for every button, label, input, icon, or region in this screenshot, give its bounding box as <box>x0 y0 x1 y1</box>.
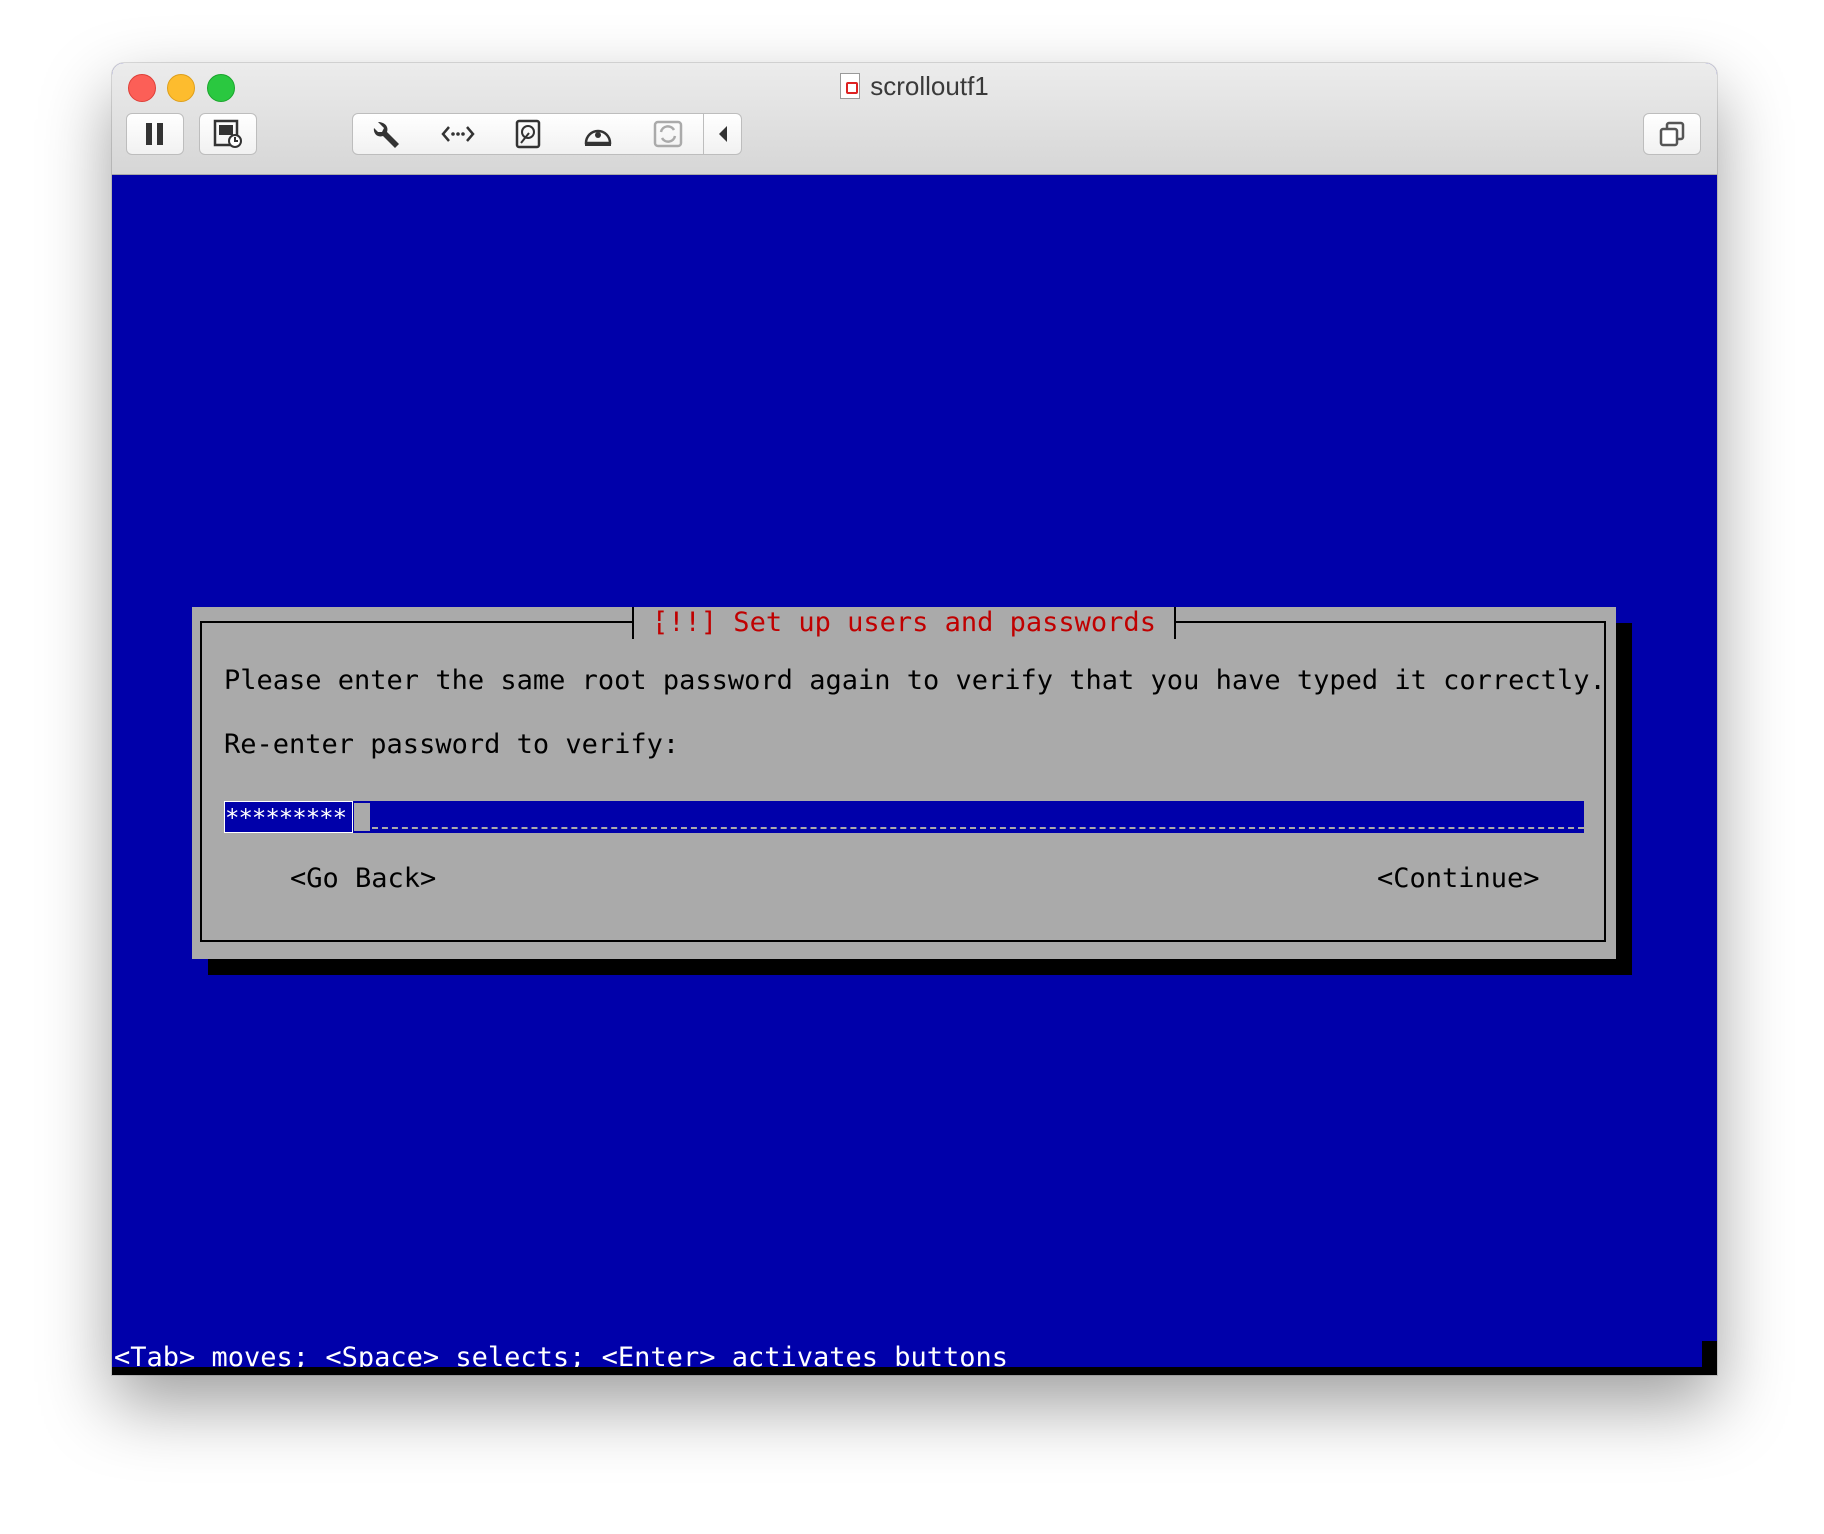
device-toolbar-group <box>352 113 742 155</box>
dialog-message: Please enter the same root password agai… <box>224 665 1606 696</box>
pause-icon <box>146 123 163 145</box>
window-title: scrolloutf1 <box>870 71 989 101</box>
wrench-icon <box>373 122 399 148</box>
snapshot-icon <box>213 119 242 148</box>
snapshot-button[interactable] <box>199 113 257 155</box>
optical-drive-button[interactable] <box>563 114 633 154</box>
statusbar-shadow <box>112 1367 1717 1375</box>
network-button[interactable] <box>423 114 493 154</box>
fullscreen-icon <box>1659 121 1685 147</box>
pause-button[interactable] <box>126 113 184 155</box>
hard-disk-icon <box>515 119 541 149</box>
optical-disc-icon <box>584 129 612 146</box>
password-mask: ********* <box>224 801 354 833</box>
hard-disk-button[interactable] <box>493 114 563 154</box>
password-input[interactable]: ********* <box>224 801 1584 833</box>
go-back-button[interactable]: <Go Back> <box>290 863 436 895</box>
sync-icon <box>653 120 683 148</box>
window-title-area: scrolloutf1 <box>112 71 1717 102</box>
collapse-toolbar-button[interactable] <box>703 114 742 154</box>
shared-folders-button[interactable] <box>633 114 703 154</box>
input-underline <box>372 827 1584 829</box>
continue-button[interactable]: <Continue> <box>1377 863 1540 895</box>
document-icon <box>840 73 861 99</box>
password-prompt-label: Re-enter password to verify: <box>224 729 680 760</box>
dialog-title: [!!] Set up users and passwords <box>632 607 1176 639</box>
installer-dialog: [!!] Set up users and passwords Please e… <box>192 607 1616 959</box>
window-titlebar: scrolloutf1 <box>112 63 1717 175</box>
settings-button[interactable] <box>353 114 423 154</box>
fullscreen-button[interactable] <box>1643 113 1701 155</box>
network-arrows-icon <box>441 126 475 142</box>
vm-window: scrolloutf1 [!!] Set up users and passwo… <box>112 63 1717 1375</box>
text-cursor <box>354 803 370 831</box>
vm-console-screen[interactable]: [!!] Set up users and passwords Please e… <box>112 175 1717 1375</box>
chevron-left-icon <box>719 126 727 142</box>
